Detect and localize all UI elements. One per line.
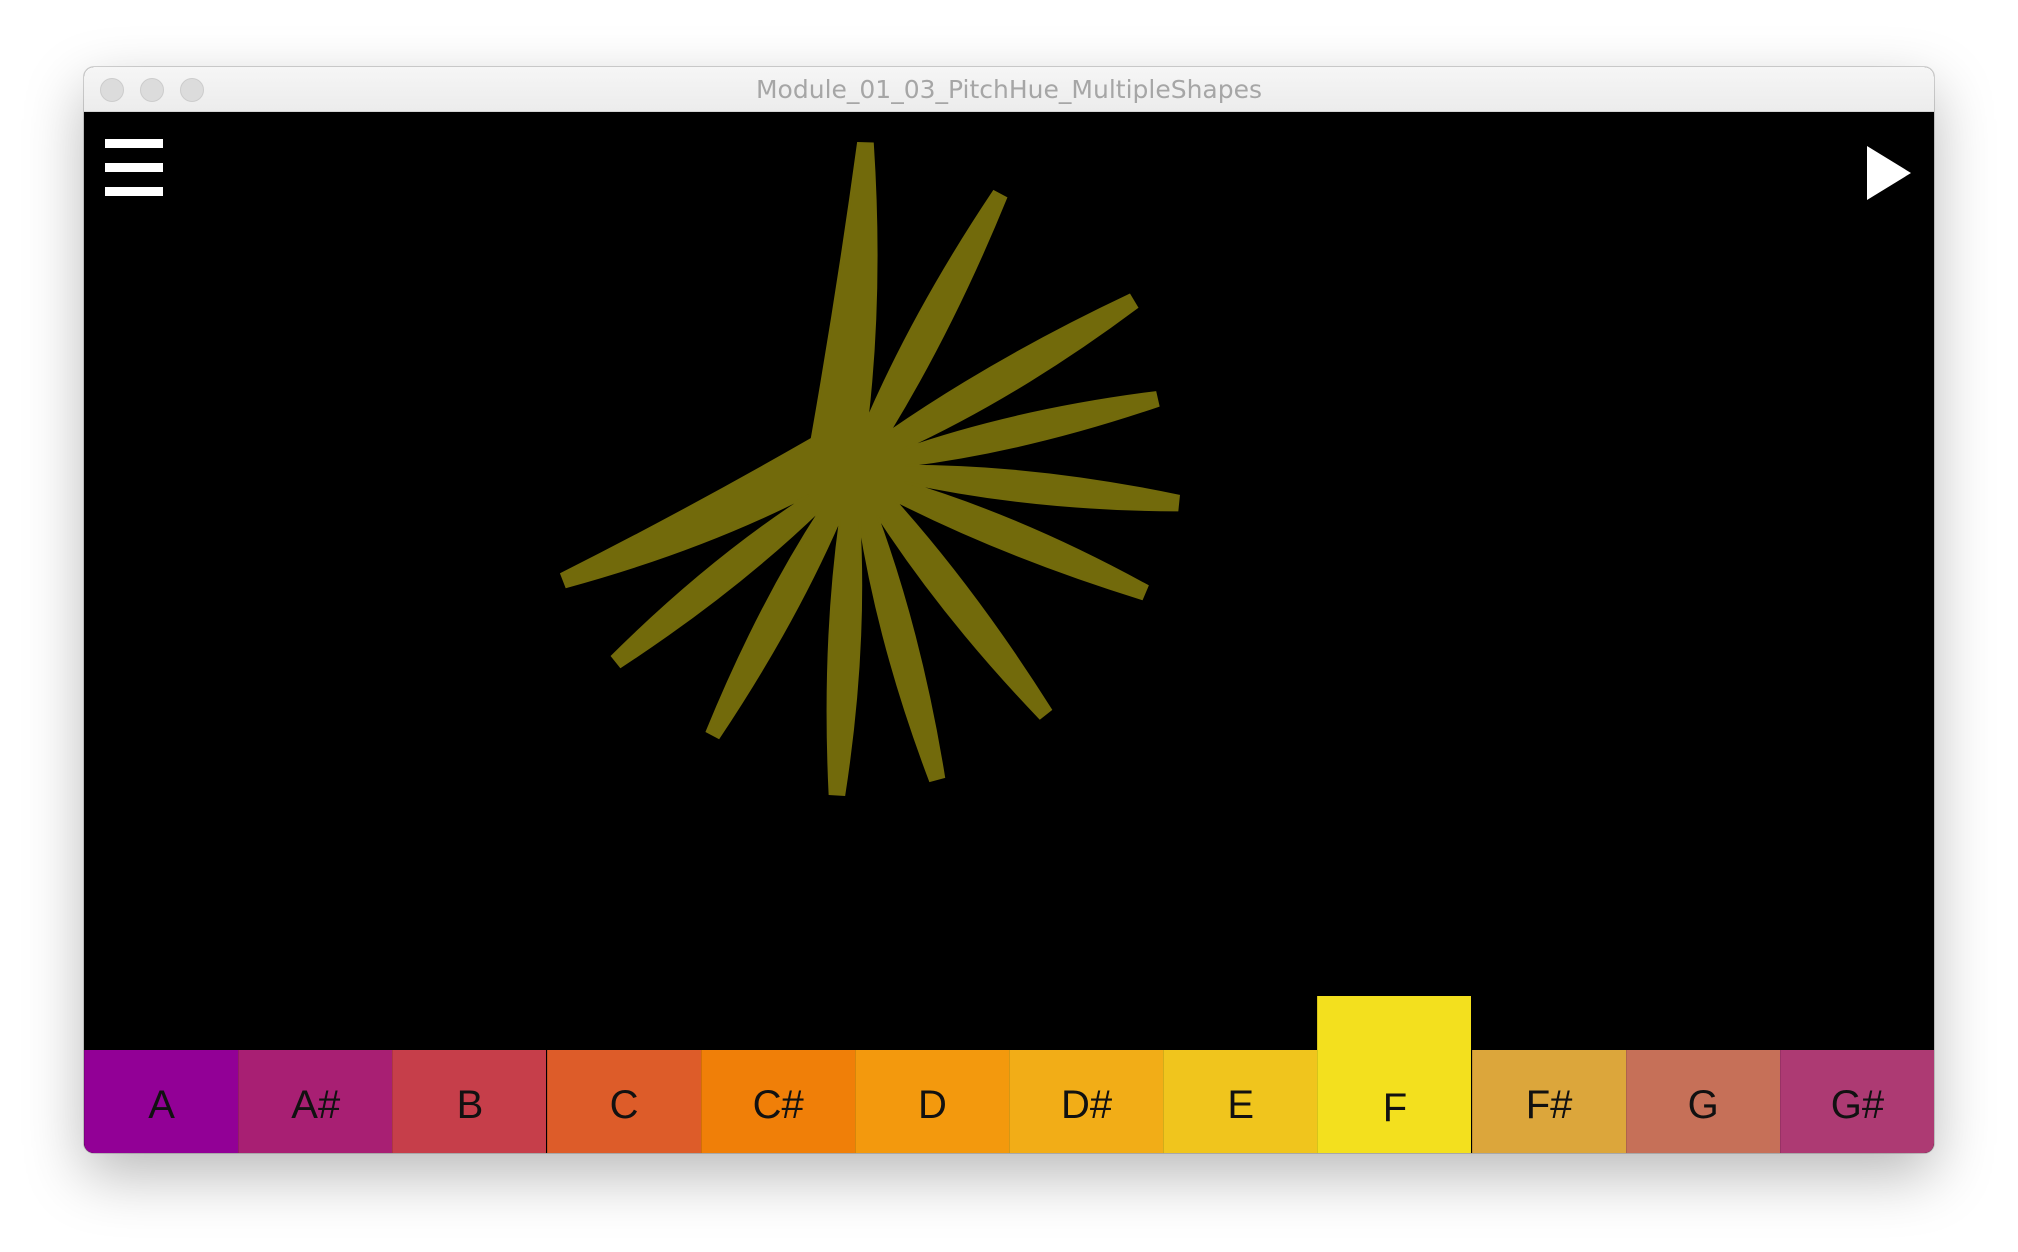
pitch-key[interactable]: D# (1009, 1050, 1164, 1153)
window-title: Module_01_03_PitchHue_MultipleShapes (755, 75, 1263, 104)
star-path (559, 141, 1180, 796)
pitch-key[interactable]: A# (238, 1050, 393, 1153)
pitch-key[interactable]: F (1317, 996, 1472, 1153)
pitch-key[interactable]: G (1625, 1050, 1780, 1153)
play-icon[interactable] (1863, 142, 1915, 204)
drawing-canvas: A A# B C C# D D# E F F# G G# (84, 112, 1934, 1153)
app-window: Module_01_03_PitchHue_MultipleShapes A A#… (84, 67, 1934, 1153)
pitch-key[interactable]: F# (1471, 1050, 1626, 1153)
pitch-key[interactable]: C (546, 1050, 701, 1153)
pitch-key[interactable]: D (854, 1050, 1009, 1153)
pitch-key[interactable]: G# (1779, 1050, 1934, 1153)
pitch-key[interactable]: E (1163, 1050, 1318, 1153)
star-shape (559, 141, 1180, 796)
hamburger-menu-icon[interactable] (105, 139, 163, 197)
title-bar: Module_01_03_PitchHue_MultipleShapes (84, 67, 1934, 112)
pitch-key[interactable]: B (392, 1050, 547, 1153)
pitch-key-bar: A A# B C C# D D# E F F# G G# (84, 996, 1934, 1153)
pitch-key[interactable]: C# (700, 1050, 855, 1153)
pitch-key[interactable]: A (84, 1050, 239, 1153)
